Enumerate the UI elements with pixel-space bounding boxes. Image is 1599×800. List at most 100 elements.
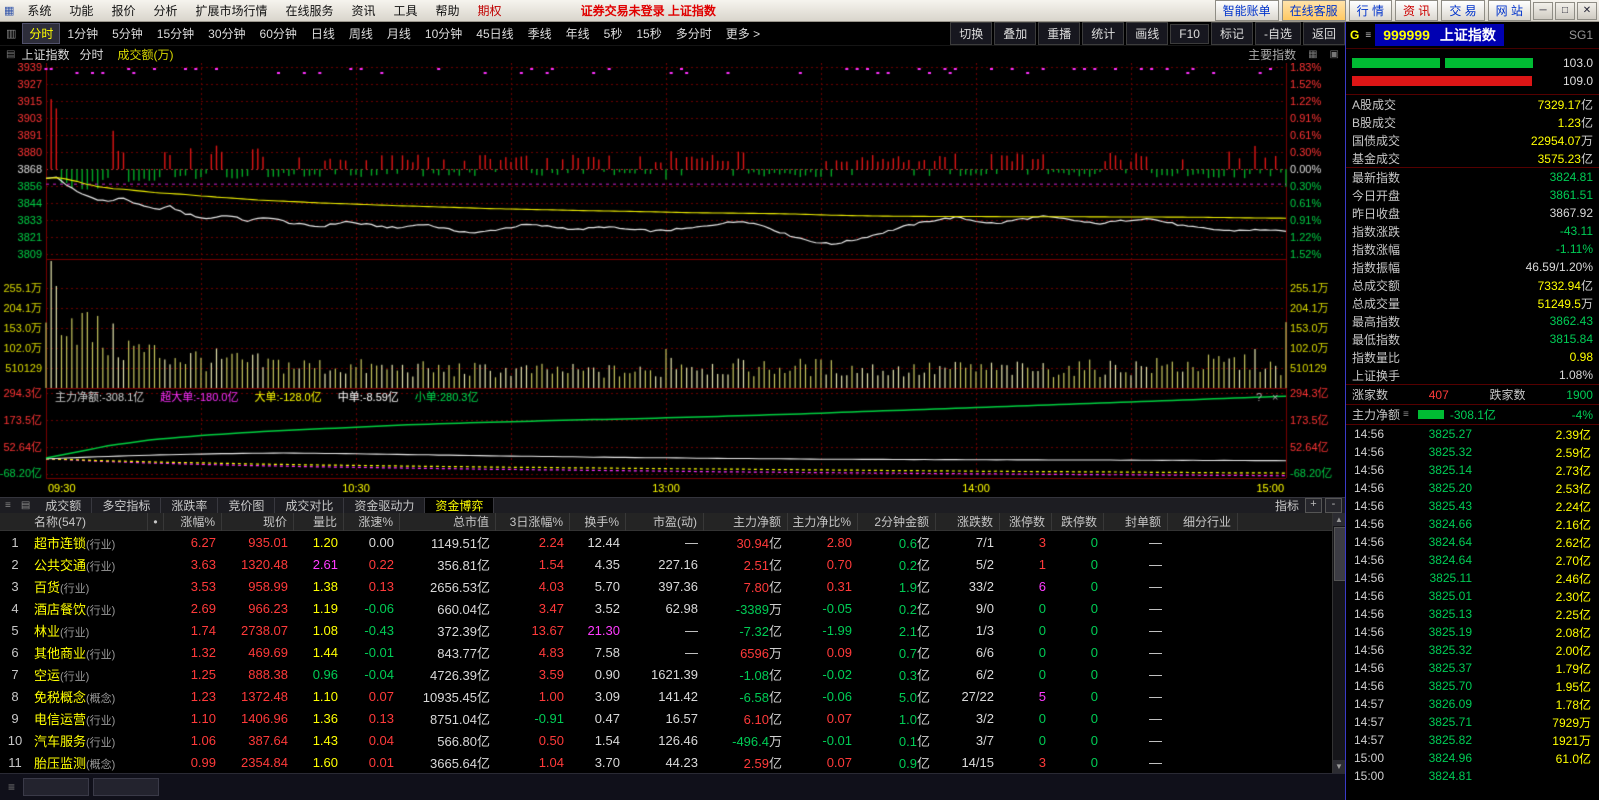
period-button[interactable]: 周线 [342,23,380,44]
sector-row[interactable]: 4酒店餐饮(行业)2.69966.231.19-0.06660.04亿3.473… [0,597,1332,619]
column-header[interactable]: 名称(547) [0,513,148,531]
period-button[interactable]: 30分钟 [201,23,252,44]
period-button[interactable]: 15分钟 [150,23,201,44]
column-header[interactable]: 细分行业 [1168,513,1238,531]
column-header[interactable]: 涨跌数 [936,513,1000,531]
scroll-down-arrow[interactable]: ▼ [1333,760,1345,773]
period-button[interactable]: 年线 [559,23,597,44]
column-header[interactable]: 现价 [222,513,294,531]
major-index-link[interactable]: 主要指数 [1242,46,1302,63]
pane-expand-icon[interactable]: ▣ [1324,49,1345,60]
layout-tab[interactable] [93,778,159,796]
pane-menu-icon[interactable]: ▤ [0,49,21,60]
period-more-button[interactable]: 更多 > [719,23,767,44]
sub-chart-tab[interactable]: 多空指标 [92,498,161,514]
indicator-remove-button[interactable]: - [1325,498,1342,513]
column-header[interactable]: 封单额 [1104,513,1168,531]
toolbar-action-button[interactable]: 画线 [1126,22,1168,45]
period-button[interactable]: 60分钟 [253,23,304,44]
period-button[interactable]: 15秒 [629,23,668,44]
toolbar-action-button[interactable]: 重播 [1038,22,1080,45]
menu-item[interactable]: 报价 [102,0,144,21]
column-header[interactable]: 跌停数 [1052,513,1104,531]
menu-item[interactable]: 扩展市场行情 [186,0,276,21]
toolbar-action-button[interactable]: -自选 [1255,22,1301,45]
sector-row[interactable]: 11胎压监测(概念)0.992354.841.600.013665.64亿1.0… [0,751,1332,773]
period-button[interactable]: 5秒 [597,23,630,44]
close-button[interactable]: ✕ [1577,2,1597,20]
online-service-button[interactable]: 在线客服 [1282,0,1346,21]
column-header[interactable]: 3日涨幅% [496,513,570,531]
toolbar-action-button[interactable]: F10 [1170,24,1209,44]
column-header[interactable]: 换手% [570,513,626,531]
menu-item[interactable]: 在线服务 [276,0,342,21]
toolbar-action-button[interactable]: 叠加 [994,22,1036,45]
column-header[interactable]: 涨速% [344,513,400,531]
sector-row[interactable]: 7空运(行业)1.25888.380.96-0.044726.39亿3.590.… [0,663,1332,685]
sub-chart-tab[interactable]: 成交对比 [275,498,344,514]
quotes-button[interactable]: 行 情 [1349,0,1392,21]
menu-item-options[interactable]: 期权 [469,0,511,21]
sector-row[interactable]: 9电信运营(行业)1.101406.961.360.138751.04亿-0.9… [0,707,1332,729]
sub-chart-tab[interactable]: 资金驱动力 [344,498,425,514]
period-button[interactable]: 5分钟 [105,23,150,44]
chart-type-icon[interactable]: ▥ [0,27,22,40]
sub-chart-tab[interactable]: 涨跌率 [161,498,218,514]
table-scrollbar[interactable]: ▲ ▼ [1332,513,1345,773]
news-button[interactable]: 资 讯 [1395,0,1438,21]
column-header[interactable]: 主力净额 [704,513,788,531]
sector-row[interactable]: 6其他商业(行业)1.32469.691.44-0.01843.77亿4.837… [0,641,1332,663]
column-header[interactable]: 涨停数 [1000,513,1052,531]
sector-row[interactable]: 10汽车服务(行业)1.06387.641.430.04566.80亿0.501… [0,729,1332,751]
toolbar-action-button[interactable]: 切换 [950,22,992,45]
sector-row[interactable]: 1超市连锁(行业)6.27935.011.200.001149.51亿2.241… [0,531,1332,553]
scroll-up-arrow[interactable]: ▲ [1333,513,1345,526]
period-button[interactable]: 1分钟 [60,23,105,44]
period-button[interactable]: 10分钟 [418,23,469,44]
intraday-chart[interactable] [0,63,1345,497]
period-button[interactable]: 45日线 [469,23,520,44]
sub-chart-tab[interactable]: 成交额 [35,498,92,514]
column-header[interactable]: 总市值 [400,513,496,531]
column-header[interactable]: 市盈(动) [626,513,704,531]
tick-list[interactable]: 14:563825.272.39亿14:563825.322.59亿14:563… [1346,425,1599,785]
column-header[interactable]: 量比 [294,513,344,531]
indicator-add-button[interactable]: + [1305,498,1322,513]
toolbar-action-button[interactable]: 返回 [1303,22,1345,45]
panel-menu-icon[interactable]: ≡ [1363,30,1373,41]
column-header[interactable]: 主力净比% [788,513,858,531]
menu-item[interactable]: 系统 [18,0,60,21]
sector-row[interactable]: 8免税概念(概念)1.231372.481.100.0710935.45亿1.0… [0,685,1332,707]
sub-chart-tab[interactable]: 竞价图 [218,498,275,514]
menu-item[interactable]: 资讯 [343,0,385,21]
trade-button[interactable]: 交 易 [1441,0,1484,21]
column-header[interactable]: 涨幅% [164,513,222,531]
main-force-menu-icon[interactable]: ≡ [1400,409,1412,420]
smart-account-button[interactable]: 智能账单 [1215,0,1279,21]
column-header[interactable]: • [148,513,164,531]
layout-tab[interactable] [23,778,89,796]
sector-row[interactable]: 3百货(行业)3.53958.991.380.132656.53亿4.035.7… [0,575,1332,597]
menu-item[interactable]: 工具 [385,0,427,21]
period-button[interactable]: 季线 [521,23,559,44]
sector-row[interactable]: 2公共交通(行业)3.631320.482.610.22356.81亿1.544… [0,553,1332,575]
minimize-button[interactable]: ─ [1533,2,1553,20]
period-button[interactable]: 分时 [22,23,60,44]
period-button[interactable]: 月线 [380,23,418,44]
stock-code-box[interactable]: 999999 上证指数 [1375,24,1504,46]
period-button[interactable]: 日线 [304,23,342,44]
toolbar-action-button[interactable]: 标记 [1211,22,1253,45]
column-header[interactable]: 2分钟金额 [858,513,936,531]
menu-item[interactable]: 功能 [60,0,102,21]
website-button[interactable]: 网 站 [1488,0,1531,21]
toolbar-action-button[interactable]: 统计 [1082,22,1124,45]
layout-menu-icon[interactable]: ≡ [0,780,23,794]
grid-view-icon[interactable]: ▦ [1302,49,1323,60]
period-button[interactable]: 多分时 [669,23,719,44]
sub-chart-tab[interactable]: 资金博弈 [425,498,494,514]
sector-row[interactable]: 5林业(行业)1.742738.071.08-0.43372.39亿13.672… [0,619,1332,641]
tab-list-icon[interactable]: ▤ [16,500,35,511]
tab-menu-icon[interactable]: ≡ [0,500,16,511]
maximize-button[interactable]: □ [1555,2,1575,20]
menu-item[interactable]: 分析 [144,0,186,21]
